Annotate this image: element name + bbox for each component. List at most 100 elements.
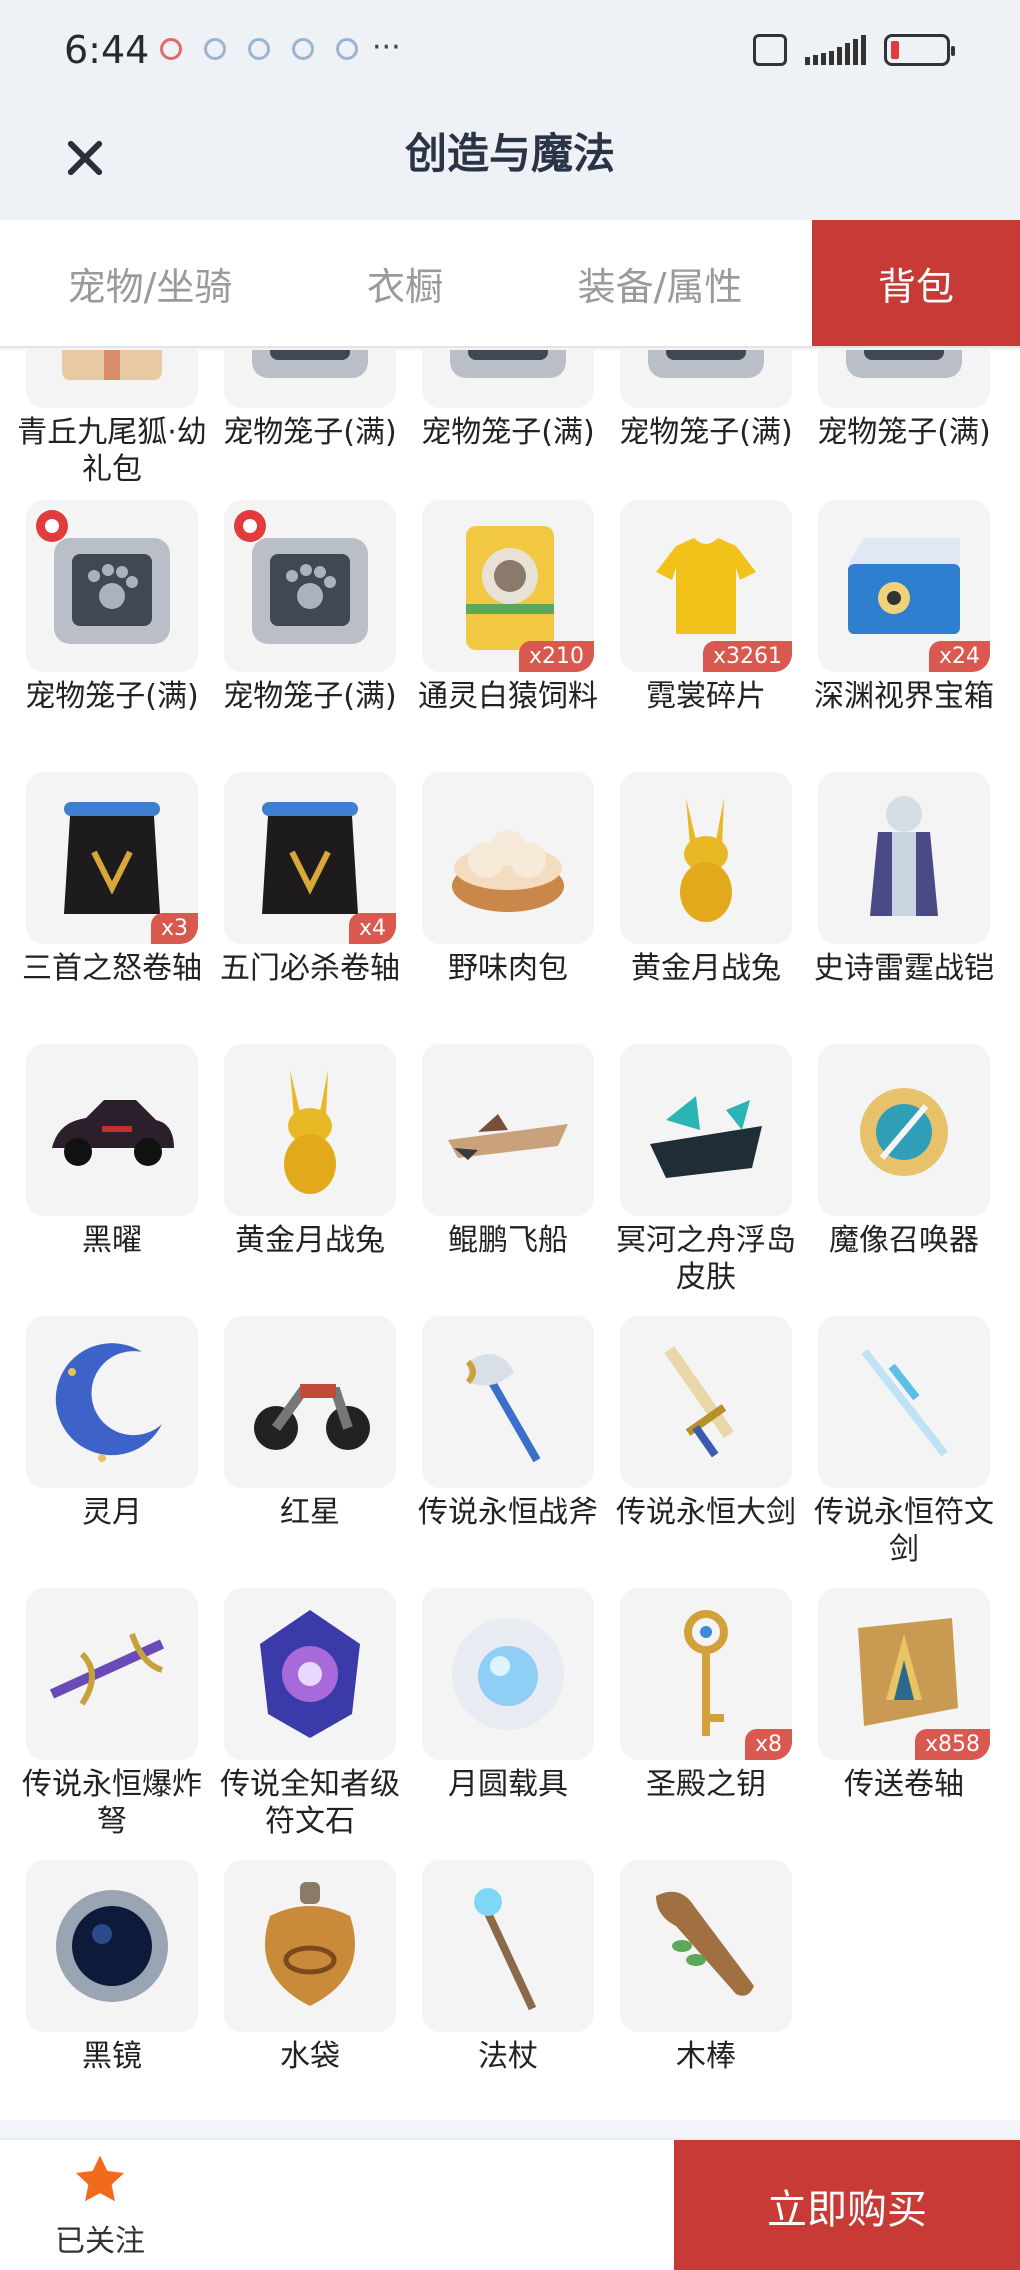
inventory-item[interactable]: 鲲鹏飞船: [422, 1044, 594, 1259]
inventory-item[interactable]: 宠物笼子(满): [25, 500, 199, 715]
notification-icon: [204, 38, 226, 60]
item-name: 宠物笼子(满): [223, 415, 397, 450]
inventory-item[interactable]: 红星: [224, 1316, 396, 1531]
item-name: 宠物笼子(满): [25, 679, 199, 714]
item-count-badge: x3: [150, 913, 198, 944]
item-count-badge: x3261: [702, 641, 792, 672]
inventory-item[interactable]: 水袋: [224, 1860, 396, 2075]
item-name: 三首之怒卷轴: [22, 951, 202, 986]
notification-icon: [336, 38, 358, 60]
dark-mirror-icon: [56, 1890, 168, 2002]
golden-rabbit-icon: [680, 798, 732, 922]
inventory-item[interactable]: 木棒: [620, 1860, 792, 2075]
inventory-item[interactable]: 史诗雷霆战铠: [814, 772, 994, 987]
inventory-item[interactable]: 宠物笼子(满): [421, 350, 595, 451]
item-name: 红星: [280, 1495, 340, 1530]
item-thumbnail: [224, 350, 396, 408]
item-thumbnail: [26, 1860, 198, 2032]
inventory-item[interactable]: 宠物笼子(满): [619, 350, 793, 451]
greatsword-icon: [664, 1346, 734, 1458]
item-name: 史诗雷霆战铠: [814, 951, 994, 986]
record-icon: [160, 38, 182, 60]
item-name: 霓裳碎片: [646, 679, 766, 714]
inventory-item[interactable]: 月圆载具: [422, 1588, 594, 1803]
item-name: 圣殿之钥: [646, 1767, 766, 1802]
inventory-item[interactable]: 野味肉包: [422, 772, 594, 987]
inventory-item[interactable]: 传说永恒符文剑: [814, 1316, 994, 1568]
tab-equipment[interactable]: 装备/属性: [510, 220, 810, 346]
inventory-item[interactable]: x210 通灵白猿饲料: [418, 500, 598, 715]
item-name: 鲲鹏飞船: [448, 1223, 568, 1258]
item-thumbnail: [422, 1316, 594, 1488]
teleport-scroll-icon: [858, 1618, 958, 1726]
item-name: 法杖: [478, 2039, 538, 2074]
water-bag-icon: [265, 1882, 355, 2006]
tab-wardrobe[interactable]: 衣橱: [300, 220, 510, 346]
page-title: 创造与魔法: [404, 129, 615, 178]
inventory-item[interactable]: x4 五门必杀卷轴: [220, 772, 400, 987]
club-icon: [656, 1891, 754, 1996]
item-name: 五门必杀卷轴: [220, 951, 400, 986]
item-thumbnail: [422, 1860, 594, 2032]
item-thumbnail: [26, 1588, 198, 1760]
item-thumbnail: [422, 1588, 594, 1760]
inventory-item[interactable]: 传说永恒战斧: [418, 1316, 598, 1531]
scroll-icon: [64, 802, 160, 914]
shirt-icon: [656, 538, 756, 634]
inventory-item[interactable]: x24 深渊视界宝箱: [814, 500, 994, 715]
inventory-item[interactable]: 传说永恒爆炸弩: [22, 1588, 202, 1840]
staff-icon: [474, 1888, 537, 2011]
inventory-item[interactable]: x3261 霓裳碎片: [620, 500, 792, 715]
pet-cage-icon: [648, 350, 764, 378]
item-name: 木棒: [676, 2039, 736, 2074]
inventory-item[interactable]: 黑镜: [26, 1860, 198, 2075]
item-name: 冥河之舟浮岛皮肤: [616, 1223, 796, 1295]
signal-icon: [805, 35, 866, 65]
item-thumbnail: [620, 1316, 792, 1488]
inventory-item[interactable]: 冥河之舟浮岛皮肤: [616, 1044, 796, 1296]
item-name: 黄金月战兔: [235, 1223, 385, 1258]
inventory-item[interactable]: 法杖: [422, 1860, 594, 2075]
inventory-item[interactable]: 黑曜: [26, 1044, 198, 1259]
inventory-item[interactable]: 灵月: [26, 1316, 198, 1531]
item-thumbnail: [422, 1044, 594, 1216]
item-name: 传送卷轴: [844, 1767, 964, 1802]
item-name: 深渊视界宝箱: [814, 679, 994, 714]
tab-pets-mounts[interactable]: 宠物/坐骑: [0, 220, 300, 346]
buy-now-button[interactable]: 立即购买: [674, 2140, 1020, 2270]
follow-label: 已关注: [55, 2224, 145, 2259]
item-thumbnail: [26, 1044, 198, 1216]
vibrate-icon: [753, 34, 787, 66]
pet-cage-icon: [846, 350, 962, 378]
item-name: 宠物笼子(满): [817, 415, 991, 450]
inventory-item[interactable]: 传说永恒大剑: [616, 1316, 796, 1531]
item-name: 黄金月战兔: [631, 951, 781, 986]
inventory-item[interactable]: x858 传送卷轴: [818, 1588, 990, 1803]
tab-backpack[interactable]: 背包: [812, 220, 1020, 346]
inventory-item[interactable]: 宠物笼子(满): [817, 350, 991, 451]
item-thumbnail: [224, 1860, 396, 2032]
inventory-item[interactable]: 传说全知者级符文石: [220, 1588, 400, 1840]
inventory-item[interactable]: 黄金月战兔: [224, 1044, 396, 1259]
feed-bag-icon: [466, 526, 554, 650]
inventory-item[interactable]: 黄金月战兔: [620, 772, 792, 987]
inventory-item[interactable]: x8 圣殿之钥: [620, 1588, 792, 1803]
battery-icon: [884, 34, 955, 66]
inventory-item[interactable]: 青丘九尾狐·幼礼包: [17, 350, 207, 488]
item-count-badge: x24: [928, 641, 990, 672]
item-thumbnail: [224, 1588, 396, 1760]
item-name: 野味肉包: [448, 951, 568, 986]
item-thumbnail: [818, 350, 990, 408]
item-name: 传说永恒大剑: [616, 1495, 796, 1530]
inventory-item[interactable]: 魔像召唤器: [818, 1044, 990, 1259]
treasure-chest-icon: [848, 538, 960, 634]
inventory-item[interactable]: 宠物笼子(满): [223, 500, 397, 715]
tab-bar: 宠物/坐骑 衣橱 装备/属性 背包: [0, 220, 1020, 348]
gift-box-icon: [62, 350, 162, 380]
inventory-item[interactable]: 宠物笼子(满): [223, 350, 397, 451]
notification-icons: [160, 38, 358, 60]
follow-button[interactable]: 已关注: [40, 2152, 160, 2262]
item-thumbnail: [224, 500, 396, 672]
inventory-item[interactable]: x3 三首之怒卷轴: [22, 772, 202, 987]
rune-sword-icon: [861, 1349, 948, 1457]
